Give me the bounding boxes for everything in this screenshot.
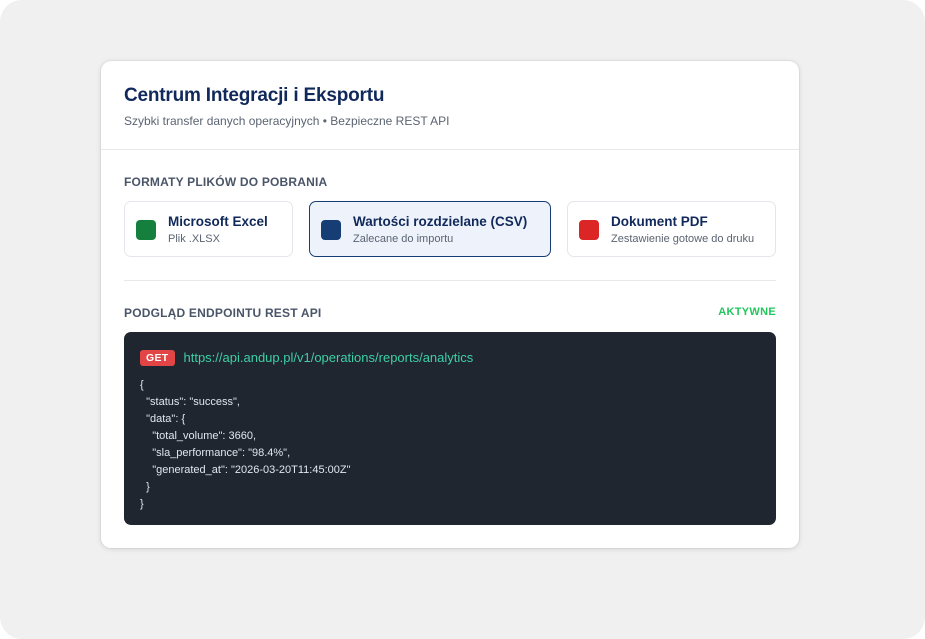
json-line: {: [140, 379, 144, 391]
format-name: Dokument PDF: [611, 214, 708, 229]
format-option-excel[interactable]: Microsoft Excel Plik .XLSX: [124, 201, 293, 257]
api-section-label: PODGLĄD ENDPOINTU REST API: [124, 306, 322, 320]
background: Centrum Integracji i Eksportu Szybki tra…: [0, 0, 925, 639]
section-divider: [124, 280, 776, 281]
endpoint-url[interactable]: https://api.andup.pl/v1/operations/repor…: [184, 350, 474, 365]
json-line: "sla_performance": "98.4%",: [140, 447, 291, 459]
format-name: Wartości rozdzielane (CSV): [353, 214, 528, 229]
json-response: { "status": "success", "data": { "total_…: [140, 377, 760, 513]
json-line: "total_volume": 3660,: [140, 430, 257, 442]
export-card: Centrum Integracji i Eksportu Szybki tra…: [101, 61, 799, 548]
json-line: "status": "success",: [140, 396, 240, 408]
endpoint-line: GET https://api.andup.pl/v1/operations/r…: [140, 349, 760, 366]
excel-icon: [136, 220, 156, 240]
api-preview: GET https://api.andup.pl/v1/operations/r…: [124, 332, 776, 525]
page-title: Centrum Integracji i Eksportu: [124, 85, 385, 106]
json-line: "data": {: [140, 413, 186, 425]
format-option-csv[interactable]: Wartości rozdzielane (CSV) Zalecane do i…: [309, 201, 551, 257]
formats-section-label: FORMATY PLIKÓW DO POBRANIA: [124, 175, 328, 189]
page-subtitle: Szybki transfer danych operacyjnych • Be…: [124, 114, 450, 128]
card-header: Centrum Integracji i Eksportu Szybki tra…: [101, 61, 799, 150]
status-badge: AKTYWNE: [718, 306, 776, 318]
format-desc: Plik .XLSX: [168, 233, 220, 245]
pdf-icon: [579, 220, 599, 240]
format-options: Microsoft Excel Plik .XLSX Wartości rozd…: [124, 201, 776, 257]
http-method-badge: GET: [140, 349, 175, 366]
format-name: Microsoft Excel: [168, 214, 268, 229]
json-line: "generated_at": "2026-03-20T11:45:00Z": [140, 464, 351, 476]
format-desc: Zestawienie gotowe do druku: [611, 233, 755, 245]
csv-icon: [321, 220, 341, 240]
format-desc: Zalecane do importu: [353, 233, 454, 245]
format-option-pdf[interactable]: Dokument PDF Zestawienie gotowe do druku: [567, 201, 776, 257]
json-line: }: [140, 481, 150, 493]
json-line: }: [140, 498, 144, 510]
